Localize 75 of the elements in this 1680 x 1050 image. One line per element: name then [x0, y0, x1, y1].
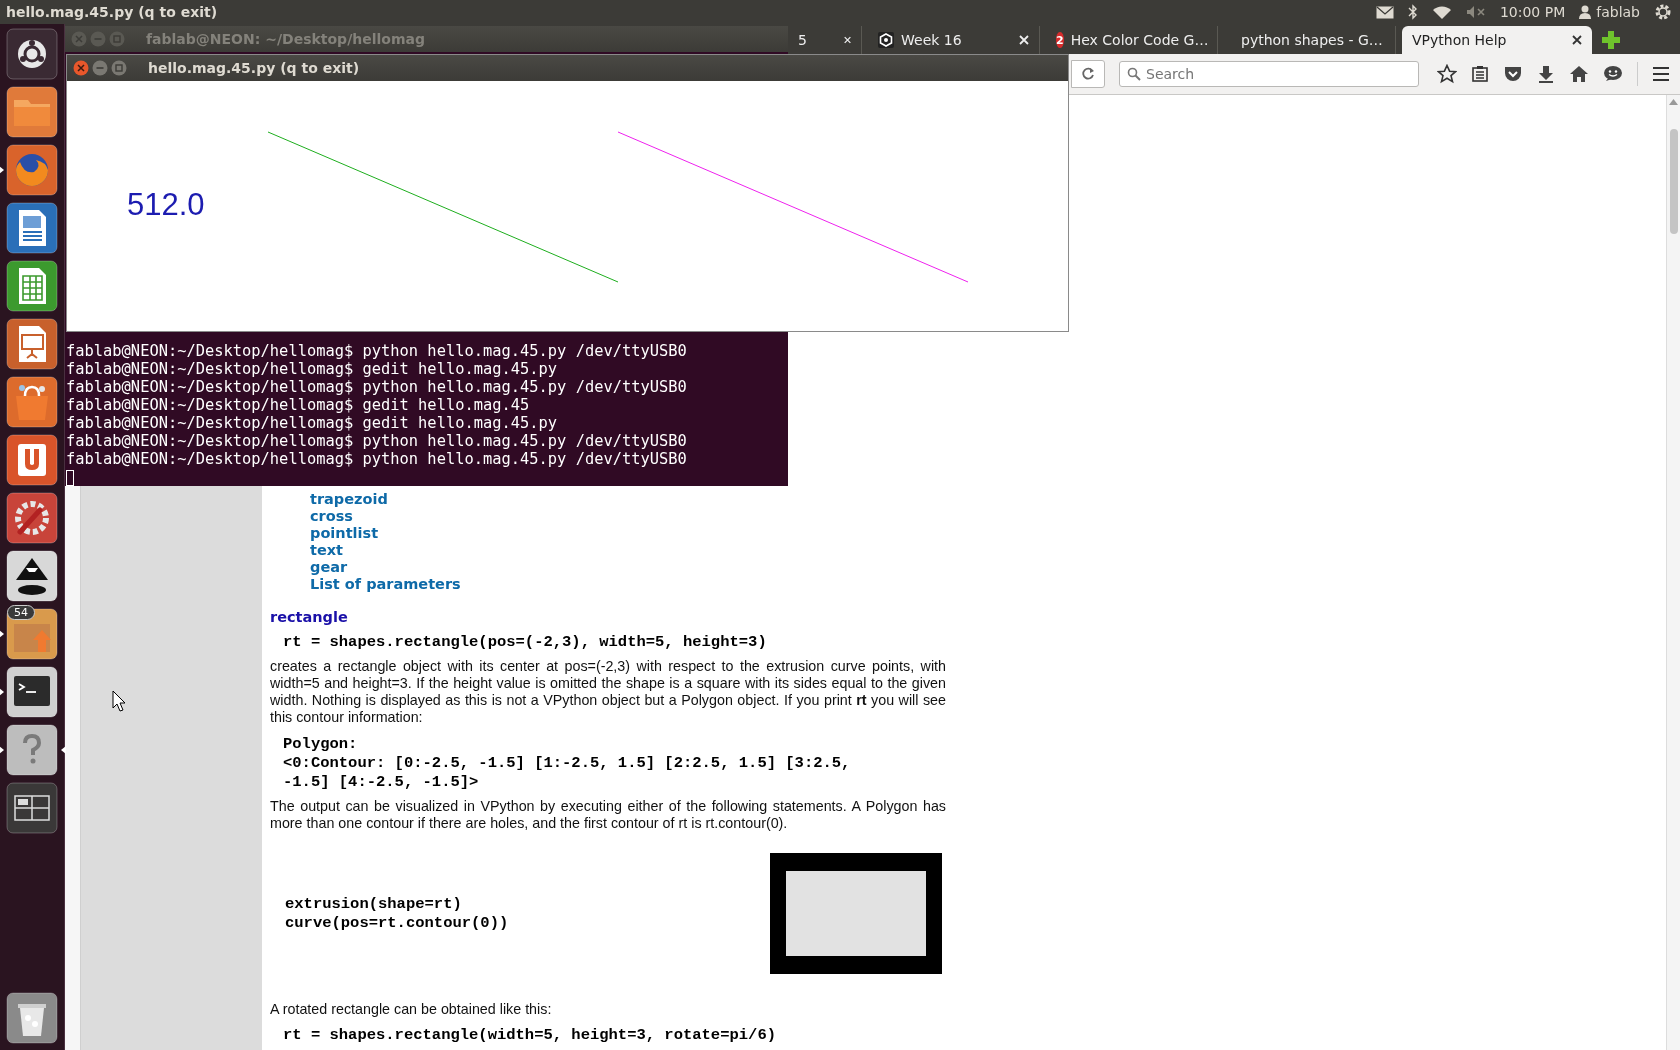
shopping-bag-icon[interactable]: [6, 376, 58, 428]
presentation-icon[interactable]: [6, 318, 58, 370]
ink-drop-icon[interactable]: [6, 550, 58, 602]
document-icon[interactable]: [6, 202, 58, 254]
terminal-icon[interactable]: [6, 666, 58, 718]
contents-link[interactable]: text: [310, 542, 344, 559]
clipboard-list-icon[interactable]: [1471, 65, 1489, 83]
bluetooth-icon[interactable]: [1407, 4, 1418, 20]
contents-link[interactable]: trapezoid: [310, 491, 388, 508]
trash-icon[interactable]: [6, 992, 58, 1044]
menu-icon[interactable]: [1652, 66, 1670, 82]
wifi-icon[interactable]: [1431, 4, 1452, 20]
code-line: <0:Contour: [0:-2.5, -1.5] [1:-2.5, 1.5] [2:2.5, 1.5] [3:2.5,: [283, 754, 851, 773]
contents-link[interactable]: cross: [310, 508, 353, 525]
user-icon: [1579, 5, 1592, 19]
terminal-line: fablab@NEON:~/Desktop/hellomag$ python hello.mag.45.py /dev/ttyUSB0: [66, 432, 687, 450]
contents-link[interactable]: gear: [310, 559, 348, 576]
fox-globe-icon[interactable]: [6, 144, 58, 196]
scrollbar[interactable]: [1666, 95, 1680, 1050]
window-title: hello.mag.45.py (q to exit): [6, 4, 218, 20]
search-field[interactable]: Search: [1119, 61, 1419, 87]
terminal-line: fablab@NEON:~/Desktop/hellomag$ python hello.mag.45.py /dev/ttyUSB0: [66, 378, 687, 396]
smiley-bubble-icon[interactable]: [1603, 65, 1623, 83]
folder-icon[interactable]: [6, 86, 58, 138]
search-icon: [1127, 67, 1141, 81]
new-tab-icon[interactable]: [1602, 31, 1620, 49]
code-line: Polygon:: [283, 735, 358, 754]
workspace-grid-icon[interactable]: [6, 782, 58, 834]
terminal-line: fablab@NEON:~/Desktop/hellomag$ gedit hello.mag.45.py: [66, 414, 558, 432]
reload-icon: [1081, 67, 1095, 81]
code-line: curve(pos=rt.contour(0)): [285, 913, 509, 933]
paragraph: The output can be visualized in VPython by executing either of the following statements. A Polygon has more than one contour if there are holes, and the first contour of rt is rt.contour(0).: [270, 798, 946, 832]
home-icon[interactable]: [1569, 65, 1589, 83]
minimize-icon[interactable]: [92, 60, 108, 76]
scrollbar-thumb[interactable]: [1669, 129, 1678, 234]
mail-icon[interactable]: [1375, 5, 1394, 19]
code-line: -1.5] [4:-2.5, -1.5]>: [283, 773, 479, 792]
wrench-gear-icon[interactable]: [6, 492, 58, 544]
close-icon[interactable]: [1572, 35, 1582, 45]
muted-speaker-icon[interactable]: [1465, 5, 1486, 19]
terminal-line: fablab@NEON:~/Desktop/hellomag$ python hello.mag.45.py /dev/ttyUSB0: [66, 450, 687, 468]
scroll-up-icon[interactable]: [1669, 99, 1678, 105]
u-shape-icon[interactable]: [6, 434, 58, 486]
mouse-pointer-icon: [112, 690, 126, 712]
window-title: fablab@NEON: ~/Desktop/hellomag: [146, 31, 425, 47]
reading-value: 512.0: [127, 187, 205, 223]
window-title: hello.mag.45.py (q to exit): [148, 60, 360, 76]
clock[interactable]: 10:00 PM: [1499, 4, 1566, 20]
notification-badge: 2: [1056, 32, 1064, 48]
reload-button[interactable]: [1071, 60, 1105, 88]
section-heading: rectangle: [270, 609, 348, 625]
hexagon-favicon-icon: [878, 32, 894, 48]
code-line: rt = shapes.rectangle(width=5, height=3, rotate=pi/6): [283, 1026, 776, 1045]
spreadsheet-icon[interactable]: [6, 260, 58, 312]
paragraph: A rotated rectangle can be obtained like this:: [270, 1001, 553, 1018]
terminal-line: fablab@NEON:~/Desktop/hellomag$ gedit hello.mag.45.py: [66, 360, 558, 378]
contents-link[interactable]: pointlist: [310, 525, 379, 542]
gear-icon[interactable]: [1654, 3, 1672, 21]
text-cursor: [66, 469, 74, 486]
paragraph: creates a rectangle object with its center at pos=(-2,3) with respect to the extrusion curve points, with width=5 and height=3. If the height value is omitted the shape is a square with its sides equal to the given width. Nothing is displayed as this is not a VPython object but a Polygon object. If you print rt you will see this contour information:: [270, 658, 946, 726]
contents-link[interactable]: List of parameters: [310, 576, 461, 593]
code-line: extrusion(shape=rt): [285, 894, 462, 914]
terminal-line: fablab@NEON:~/Desktop/hellomag$ python hello.mag.45.py /dev/ttyUSB0: [66, 342, 687, 360]
count-badge: 54: [7, 605, 35, 620]
browser-tab[interactable]: VPython Help: [1402, 26, 1592, 54]
code-line: rt = shapes.rectangle(pos=(-2,3), width=5, height=3): [283, 633, 767, 652]
maximize-icon[interactable]: [111, 60, 127, 76]
chevron-pouch-icon[interactable]: [1503, 65, 1523, 83]
star-icon[interactable]: [1437, 64, 1457, 84]
terminal-line: fablab@NEON:~/Desktop/hellomag$ gedit hello.mag.45: [66, 396, 530, 414]
question-mark-icon[interactable]: [6, 724, 58, 776]
user-name[interactable]: fablab: [1596, 4, 1640, 20]
download-icon[interactable]: [1537, 65, 1555, 83]
circle-logo-icon[interactable]: [6, 28, 58, 80]
box-upload-icon[interactable]: [6, 608, 58, 660]
